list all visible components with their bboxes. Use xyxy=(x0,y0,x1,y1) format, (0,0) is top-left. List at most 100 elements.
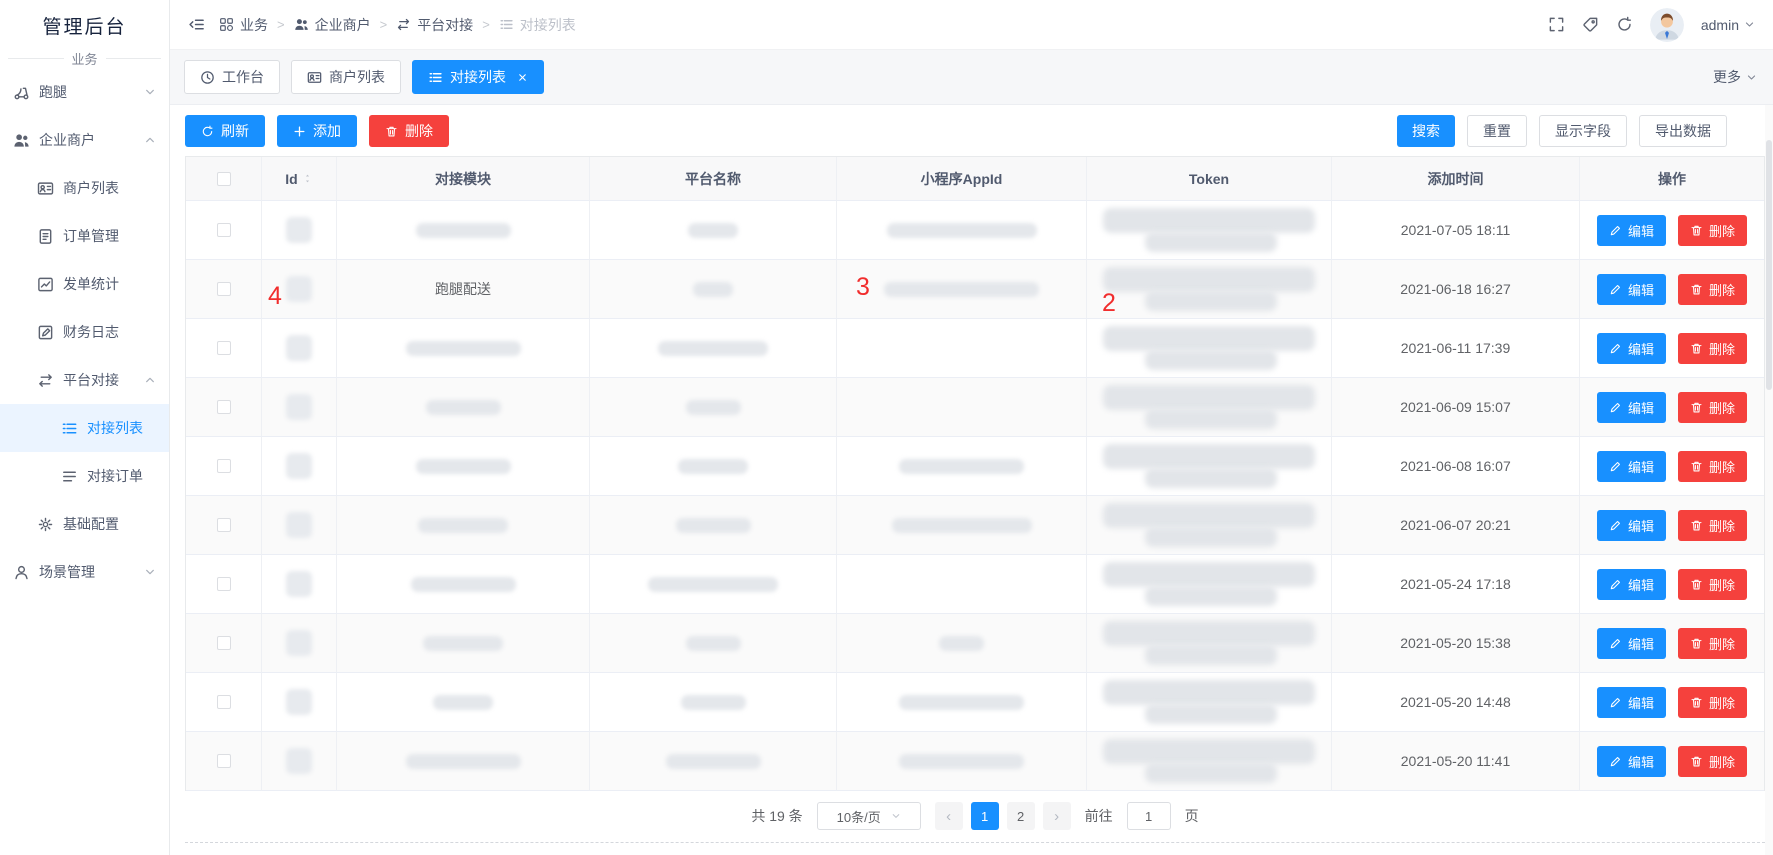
tab-对接列表[interactable]: 对接列表 xyxy=(412,60,544,94)
row-select-cell xyxy=(186,201,262,260)
collapse-sidebar-icon[interactable] xyxy=(188,16,205,33)
delete-row-button[interactable]: 删除 xyxy=(1678,451,1747,482)
delete-row-button[interactable]: 删除 xyxy=(1678,215,1747,246)
tag-icon[interactable] xyxy=(1582,16,1599,33)
row-checkbox[interactable] xyxy=(217,754,231,768)
cell-actions: 编辑 删除 xyxy=(1580,260,1764,319)
delete-row-button[interactable]: 删除 xyxy=(1678,687,1747,718)
add-button[interactable]: 添加 xyxy=(277,115,357,147)
sort-icon xyxy=(302,172,313,185)
cell-token xyxy=(1087,319,1332,378)
sidebar-item-场景管理[interactable]: 场景管理 xyxy=(0,548,169,596)
next-page-button[interactable]: › xyxy=(1043,802,1071,830)
delete-row-button[interactable]: 删除 xyxy=(1678,746,1747,777)
swap-icon xyxy=(37,372,54,389)
cell-id xyxy=(262,378,337,437)
sidebar-item-发单统计[interactable]: 发单统计 xyxy=(0,260,169,308)
cell-added-time: 2021-06-18 16:27 xyxy=(1332,260,1580,319)
select-all-checkbox[interactable] xyxy=(217,172,231,186)
show-fields-button[interactable]: 显示字段 xyxy=(1539,115,1627,147)
edit-row-button[interactable]: 编辑 xyxy=(1597,510,1666,541)
open-tabs: 工作台 商户列表 对接列表 xyxy=(184,60,544,94)
page-size-select[interactable]: 10条/页 xyxy=(817,802,921,830)
tab-商户列表[interactable]: 商户列表 xyxy=(291,60,401,94)
breadcrumb-item-业务[interactable]: 业务 xyxy=(219,15,268,35)
edit-row-button[interactable]: 编辑 xyxy=(1597,451,1666,482)
redacted-value xyxy=(666,754,761,769)
delete-row-button[interactable]: 删除 xyxy=(1678,510,1747,541)
row-checkbox[interactable] xyxy=(217,636,231,650)
sidebar-item-订单管理[interactable]: 订单管理 xyxy=(0,212,169,260)
delete-button[interactable]: 删除 xyxy=(369,115,449,147)
scrollbar-thumb[interactable] xyxy=(1766,140,1772,390)
row-checkbox[interactable] xyxy=(217,282,231,296)
edit-row-button[interactable]: 编辑 xyxy=(1597,215,1666,246)
close-tab-icon[interactable] xyxy=(517,72,528,83)
list-icon xyxy=(428,70,443,85)
more-dropdown[interactable]: 更多 xyxy=(1713,67,1759,87)
sidebar-item-对接列表[interactable]: 对接列表 xyxy=(0,404,169,452)
breadcrumb-item-对接列表[interactable]: 对接列表 xyxy=(499,15,576,35)
row-select-cell xyxy=(186,437,262,496)
delete-row-button[interactable]: 删除 xyxy=(1678,392,1747,423)
cell-token xyxy=(1087,673,1332,732)
sidebar-item-平台对接[interactable]: 平台对接 xyxy=(0,356,169,404)
breadcrumb-item-平台对接[interactable]: 平台对接 xyxy=(396,15,473,35)
sidebar-item-对接订单[interactable]: 对接订单 xyxy=(0,452,169,500)
row-checkbox[interactable] xyxy=(217,459,231,473)
export-data-button[interactable]: 导出数据 xyxy=(1639,115,1727,147)
refresh-page-icon[interactable] xyxy=(1616,16,1633,33)
tab-工作台[interactable]: 工作台 xyxy=(184,60,280,94)
app-root: 管理后台 业务 跑腿 企业商户 商户列表 订单管理 发单统计 财务日志 平台对接 xyxy=(0,0,1773,855)
list2-icon xyxy=(61,468,78,485)
column-header-对接模块: 对接模块 xyxy=(337,157,590,201)
row-checkbox[interactable] xyxy=(217,223,231,237)
user-menu[interactable]: admin xyxy=(1701,17,1755,33)
page-button-1[interactable]: 1 xyxy=(971,802,999,830)
row-checkbox[interactable] xyxy=(217,518,231,532)
delete-row-button[interactable]: 删除 xyxy=(1678,628,1747,659)
sidebar-item-基础配置[interactable]: 基础配置 xyxy=(0,500,169,548)
edit-row-button[interactable]: 编辑 xyxy=(1597,746,1666,777)
goto-page-input[interactable] xyxy=(1127,802,1171,830)
sidebar-item-财务日志[interactable]: 财务日志 xyxy=(0,308,169,356)
delete-row-button[interactable]: 删除 xyxy=(1678,333,1747,364)
chevron-up-icon xyxy=(144,134,156,146)
row-checkbox[interactable] xyxy=(217,695,231,709)
more-label: 更多 xyxy=(1713,67,1741,87)
page-button-2[interactable]: 2 xyxy=(1007,802,1035,830)
column-header-平台名称: 平台名称 xyxy=(590,157,837,201)
row-select-cell xyxy=(186,673,262,732)
search-button[interactable]: 搜索 xyxy=(1397,115,1455,147)
reset-button[interactable]: 重置 xyxy=(1467,115,1527,147)
clock-icon xyxy=(200,70,215,85)
edit-row-button[interactable]: 编辑 xyxy=(1597,569,1666,600)
edit-row-button[interactable]: 编辑 xyxy=(1597,392,1666,423)
trash-icon xyxy=(1690,519,1703,532)
row-select-cell xyxy=(186,260,262,319)
breadcrumb-item-企业商户[interactable]: 企业商户 xyxy=(294,15,371,35)
refresh-button[interactable]: 刷新 xyxy=(185,115,265,147)
avatar[interactable] xyxy=(1650,8,1684,42)
sidebar-item-商户列表[interactable]: 商户列表 xyxy=(0,164,169,212)
edit-row-button[interactable]: 编辑 xyxy=(1597,628,1666,659)
chevron-down-icon xyxy=(144,566,156,578)
edit-row-button[interactable]: 编辑 xyxy=(1597,687,1666,718)
idcard-icon xyxy=(37,180,54,197)
column-header-id[interactable]: Id xyxy=(262,157,337,201)
sidebar-item-企业商户[interactable]: 企业商户 xyxy=(0,116,169,164)
fullscreen-icon[interactable] xyxy=(1548,16,1565,33)
row-checkbox[interactable] xyxy=(217,577,231,591)
vertical-scrollbar[interactable] xyxy=(1765,105,1773,855)
delete-row-button[interactable]: 删除 xyxy=(1678,274,1747,305)
prev-page-button[interactable]: ‹ xyxy=(935,802,963,830)
edit-row-button[interactable]: 编辑 xyxy=(1597,333,1666,364)
pencil-icon xyxy=(1609,519,1622,532)
edit-row-button[interactable]: 编辑 xyxy=(1597,274,1666,305)
redacted-value xyxy=(426,400,501,415)
delete-row-button[interactable]: 删除 xyxy=(1678,569,1747,600)
row-checkbox[interactable] xyxy=(217,400,231,414)
sidebar-item-跑腿[interactable]: 跑腿 xyxy=(0,68,169,116)
row-checkbox[interactable] xyxy=(217,341,231,355)
redacted-token xyxy=(1087,262,1331,316)
